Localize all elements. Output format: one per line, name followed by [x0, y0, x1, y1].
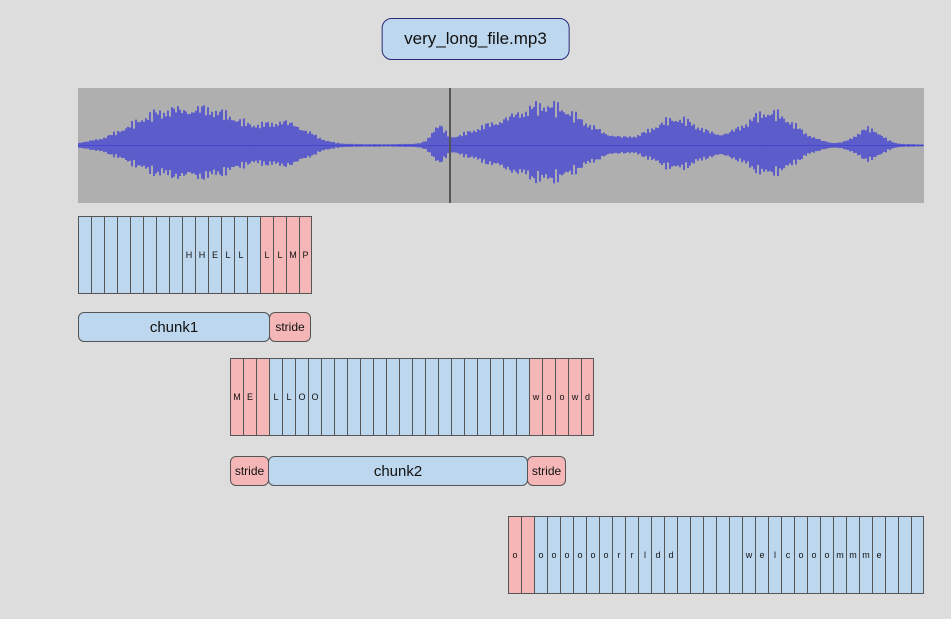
- token-cell: L: [273, 216, 286, 294]
- token-cell: H: [195, 216, 208, 294]
- file-name-badge: very_long_file.mp3: [381, 18, 570, 60]
- token-cell: w: [742, 516, 755, 594]
- token-cell: w: [529, 358, 542, 436]
- token-cell: [321, 358, 334, 436]
- token-cell: [516, 358, 529, 436]
- token-cell: [143, 216, 156, 294]
- token-cell: o: [820, 516, 833, 594]
- token-cell: P: [299, 216, 312, 294]
- token-cell: L: [260, 216, 273, 294]
- token-cell: r: [625, 516, 638, 594]
- chunk1-label: chunk1: [78, 312, 270, 342]
- stride-label: stride: [527, 456, 566, 486]
- token-cell: H: [182, 216, 195, 294]
- token-cell: [911, 516, 924, 594]
- token-cell: [490, 358, 503, 436]
- token-cell: o: [573, 516, 586, 594]
- token-cell: O: [295, 358, 308, 436]
- stride-label: stride: [269, 312, 311, 342]
- chunk3-token-row: ooooooorrlddwelcooommme: [508, 516, 924, 594]
- token-cell: [373, 358, 386, 436]
- chunk2-label: chunk2: [268, 456, 528, 486]
- token-cell: [898, 516, 911, 594]
- token-cell: M: [230, 358, 243, 436]
- token-cell: o: [547, 516, 560, 594]
- token-cell: c: [781, 516, 794, 594]
- token-cell: [91, 216, 104, 294]
- token-cell: l: [768, 516, 781, 594]
- token-cell: d: [664, 516, 677, 594]
- token-cell: r: [612, 516, 625, 594]
- token-cell: [399, 358, 412, 436]
- token-cell: M: [286, 216, 299, 294]
- token-cell: o: [794, 516, 807, 594]
- token-cell: [451, 358, 464, 436]
- token-cell: [256, 358, 269, 436]
- token-cell: [78, 216, 91, 294]
- token-cell: O: [308, 358, 321, 436]
- token-cell: [503, 358, 516, 436]
- token-cell: e: [755, 516, 768, 594]
- token-cell: [425, 358, 438, 436]
- token-cell: o: [508, 516, 521, 594]
- token-cell: o: [807, 516, 820, 594]
- token-cell: [690, 516, 703, 594]
- token-cell: [477, 358, 490, 436]
- chunk2-token-row: MELLOOwoowd: [230, 358, 594, 436]
- token-cell: [334, 358, 347, 436]
- token-cell: [521, 516, 534, 594]
- token-cell: [412, 358, 425, 436]
- token-cell: [729, 516, 742, 594]
- token-cell: [885, 516, 898, 594]
- token-cell: l: [638, 516, 651, 594]
- token-cell: [347, 358, 360, 436]
- token-cell: o: [555, 358, 568, 436]
- token-cell: m: [859, 516, 872, 594]
- chunk2-label-row: stridechunk2stride: [230, 456, 566, 486]
- token-cell: d: [581, 358, 594, 436]
- token-cell: [104, 216, 117, 294]
- token-cell: E: [243, 358, 256, 436]
- token-cell: o: [534, 516, 547, 594]
- token-cell: e: [872, 516, 885, 594]
- waveform-track: [78, 88, 924, 203]
- token-cell: L: [234, 216, 247, 294]
- token-cell: [130, 216, 143, 294]
- token-cell: [703, 516, 716, 594]
- token-cell: [117, 216, 130, 294]
- token-cell: [247, 216, 260, 294]
- token-cell: [464, 358, 477, 436]
- token-cell: [169, 216, 182, 294]
- chunk1-token-row: HHELLLLMP: [78, 216, 312, 294]
- token-cell: [438, 358, 451, 436]
- stride-label: stride: [230, 456, 269, 486]
- token-cell: w: [568, 358, 581, 436]
- waveform-divider: [449, 88, 451, 203]
- token-cell: m: [833, 516, 846, 594]
- token-cell: L: [282, 358, 295, 436]
- token-cell: d: [651, 516, 664, 594]
- token-cell: [156, 216, 169, 294]
- file-name-text: very_long_file.mp3: [404, 29, 547, 48]
- token-cell: o: [599, 516, 612, 594]
- token-cell: [716, 516, 729, 594]
- chunk1-label-row: chunk1stride: [78, 312, 311, 342]
- token-cell: o: [560, 516, 573, 594]
- token-cell: [386, 358, 399, 436]
- token-cell: o: [542, 358, 555, 436]
- token-cell: [677, 516, 690, 594]
- token-cell: [360, 358, 373, 436]
- token-cell: m: [846, 516, 859, 594]
- token-cell: L: [221, 216, 234, 294]
- token-cell: o: [586, 516, 599, 594]
- token-cell: E: [208, 216, 221, 294]
- token-cell: L: [269, 358, 282, 436]
- waveform-svg: [78, 88, 924, 203]
